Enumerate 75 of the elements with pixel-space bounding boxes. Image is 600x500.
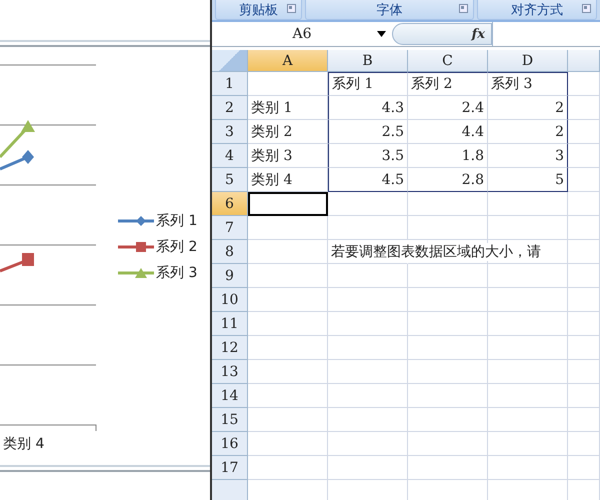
table-cell: 系列 1 [328,72,408,96]
launcher-icon[interactable] [582,4,591,13]
legend-label: 系列 3 [156,264,198,282]
row-header[interactable]: 3 [212,120,248,144]
name-box[interactable]: A6 [212,22,392,46]
row-header[interactable]: 12 [212,336,248,360]
row-header[interactable]: 15 [212,408,248,432]
row-header[interactable] [212,480,248,500]
row-header[interactable]: 16 [212,432,248,456]
table-cell: 系列 3 [488,72,568,96]
row-header[interactable]: 17 [212,456,248,480]
table-cell [568,96,600,120]
column-header[interactable]: B [328,50,408,72]
table-cell: 3.5 [328,144,408,168]
table-cell: 类别 3 [248,144,328,168]
table-cell: 4.3 [328,96,408,120]
table-cell [568,456,600,480]
row-header[interactable]: 7 [212,216,248,240]
table-cell [568,240,600,264]
table-cell: 4.5 [328,168,408,192]
ribbon-group-label[interactable]: 剪贴板 [215,0,302,20]
column-header[interactable]: D [488,50,568,72]
select-all-button[interactable] [212,50,248,72]
row-header[interactable]: 10 [212,288,248,312]
table-cell [568,312,600,336]
table-cell: 5 [488,168,568,192]
table-cell: 2.4 [408,96,488,120]
table-cell: 2 [488,120,568,144]
table-cell [568,144,600,168]
table-cell [568,384,600,408]
row-header[interactable]: 9 [212,264,248,288]
cell-text: 若要调整图表数据区域的大小，请 [331,242,541,260]
table-cell: 3 [488,144,568,168]
row-header[interactable]: 11 [212,312,248,336]
row-header[interactable]: 13 [212,360,248,384]
table-cell [568,408,600,432]
ribbon-group-label[interactable]: 字体 [304,0,474,20]
axis-category-label: 类别 4 [3,435,44,453]
row-header[interactable]: 2 [212,96,248,120]
legend-label: 系列 2 [156,238,198,256]
table-cell [568,168,600,192]
row-header[interactable]: 6 [212,192,248,216]
row-header[interactable]: 8 [212,240,248,264]
series-line [0,253,34,272]
table-cell: 类别 1 [248,96,328,120]
table-cell: 系列 2 [408,72,488,96]
table-cell [568,360,600,384]
table-cell: 类别 2 [248,120,328,144]
ribbon-group-label[interactable]: 对齐方式 [476,0,597,20]
row-header[interactable]: 1 [212,72,248,96]
column-header[interactable]: A [248,50,328,72]
table-cell [568,336,600,360]
legend-label: 系列 1 [156,212,198,230]
table-cell [568,192,600,216]
row-header[interactable]: 5 [212,168,248,192]
table-cell: 类别 4 [248,168,328,192]
insert-function-button[interactable]: fx [392,23,492,45]
table-cell [568,264,600,288]
column-header[interactable] [568,50,600,72]
table-cell [568,288,600,312]
table-cell: 2 [488,96,568,120]
table-cell [568,432,600,456]
table-cell [568,120,600,144]
column-header[interactable]: C [408,50,488,72]
table-cell: 2.5 [328,120,408,144]
launcher-icon[interactable] [458,4,468,13]
table-cell: 1.8 [408,144,488,168]
table-cell: 4.4 [408,120,488,144]
row-header[interactable]: 14 [212,384,248,408]
caret-icon[interactable] [377,31,386,37]
launcher-icon[interactable] [286,4,296,13]
table-cell [568,72,600,96]
table-cell: 2.8 [408,168,488,192]
row-header[interactable]: 4 [212,144,248,168]
table-cell [568,216,600,240]
